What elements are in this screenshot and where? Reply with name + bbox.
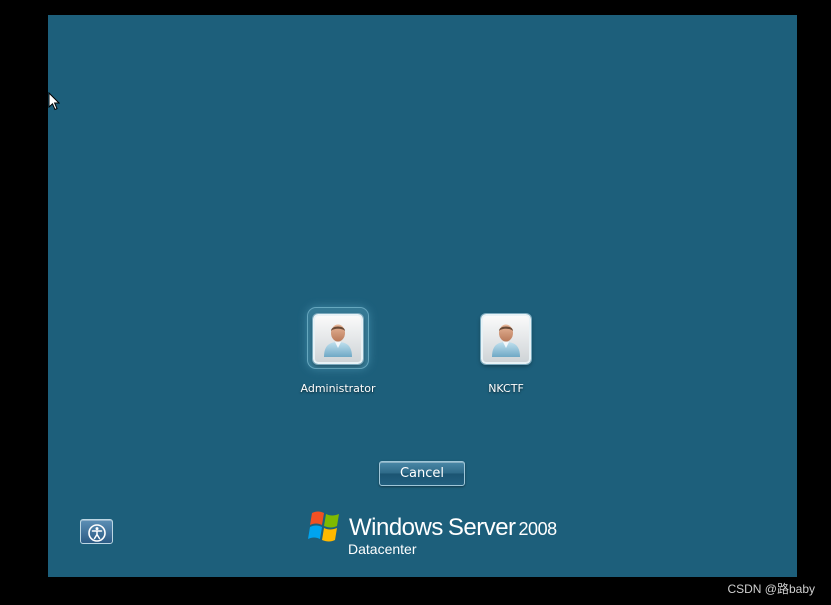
cancel-button[interactable]: Cancel	[379, 461, 465, 486]
user-avatar-icon	[481, 314, 531, 364]
watermark-text: CSDN @路baby	[727, 582, 815, 596]
ease-of-access-icon	[87, 523, 106, 542]
user-name-label: NKCTF	[488, 382, 524, 395]
user-name-label: Administrator	[300, 382, 376, 395]
user-tile-nkctf[interactable]: NKCTF	[446, 308, 566, 398]
brand-product-name: Windows Server 2008	[349, 514, 557, 542]
brand-edition-text: Datacenter	[348, 541, 417, 557]
ease-of-access-button[interactable]	[80, 519, 113, 544]
brand-version-text: 2008	[518, 519, 558, 539]
user-tile-administrator[interactable]: Administrator	[278, 308, 398, 398]
windows-server-logo: Windows Server 2008 Datacenter	[306, 506, 557, 566]
windows-flag-icon	[308, 511, 339, 542]
user-tile-selection-frame	[308, 308, 368, 368]
user-tile-frame	[476, 308, 536, 368]
brand-server-text: Server	[447, 514, 516, 541]
mouse-cursor-icon	[48, 92, 60, 111]
brand-windows-text: Windows	[349, 514, 443, 541]
logon-screen: Administrator NKCTF Cancel Windows Serve…	[48, 15, 797, 577]
user-avatar-icon	[313, 314, 363, 364]
